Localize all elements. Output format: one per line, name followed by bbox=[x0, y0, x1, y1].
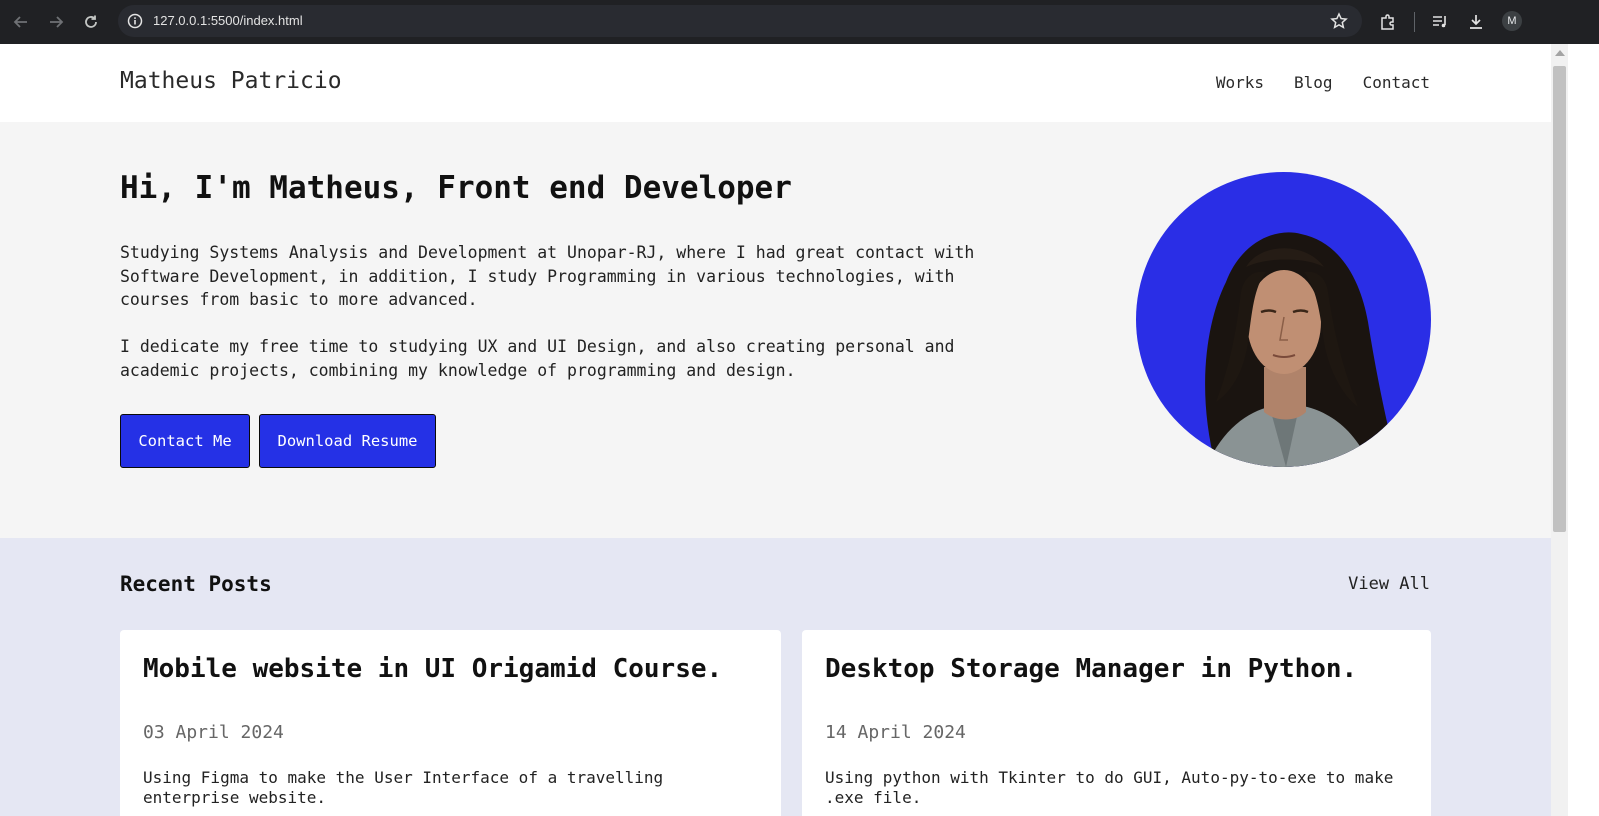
page-scrollbar[interactable] bbox=[1551, 44, 1568, 816]
address-bar[interactable]: 127.0.0.1:5500/index.html bbox=[118, 5, 1362, 37]
bookmark-star-icon[interactable] bbox=[1330, 12, 1348, 34]
extensions-button[interactable] bbox=[1376, 10, 1400, 34]
forward-button[interactable] bbox=[43, 9, 69, 35]
profile-photo bbox=[1136, 172, 1431, 467]
hero-paragraph-1: Studying Systems Analysis and Developmen… bbox=[120, 243, 975, 309]
contact-me-button[interactable]: Contact Me bbox=[120, 414, 250, 468]
recent-posts-section: Recent Posts View All Mobile website in … bbox=[0, 538, 1551, 816]
post-card[interactable]: Mobile website in UI Origamid Course. 03… bbox=[120, 630, 781, 816]
post-description: Using Figma to make the User Interface o… bbox=[143, 768, 664, 807]
url-text[interactable]: 127.0.0.1:5500/index.html bbox=[153, 13, 303, 28]
forward-arrow-icon bbox=[50, 16, 64, 28]
view-all-link[interactable]: View All bbox=[1348, 574, 1430, 594]
post-card[interactable]: Desktop Storage Manager in Python. 14 Ap… bbox=[802, 630, 1431, 816]
toolbar-divider bbox=[1414, 12, 1415, 32]
nav-link-works[interactable]: Works bbox=[1216, 73, 1264, 92]
hero-section: Hi, I'm Matheus, Front end Developer Stu… bbox=[0, 122, 1551, 538]
nav-link-contact[interactable]: Contact bbox=[1363, 73, 1430, 92]
hero-heading: Hi, I'm Matheus, Front end Developer bbox=[120, 170, 792, 206]
browser-toolbar: 127.0.0.1:5500/index.html M bbox=[0, 0, 1599, 44]
post-date: 03 April 2024 bbox=[143, 722, 284, 743]
reload-button[interactable] bbox=[78, 9, 104, 35]
downloads-button[interactable] bbox=[1464, 10, 1488, 34]
scrollbar-thumb[interactable] bbox=[1553, 66, 1566, 532]
site-nav: Works Blog Contact bbox=[1216, 73, 1430, 92]
site-info-icon[interactable] bbox=[127, 13, 143, 33]
back-arrow-icon bbox=[13, 16, 27, 28]
site-brand[interactable]: Matheus Patricio bbox=[120, 68, 342, 94]
site-header: Matheus Patricio Works Blog Contact bbox=[0, 44, 1551, 122]
post-title[interactable]: Mobile website in UI Origamid Course. bbox=[143, 654, 722, 684]
page-viewport: Matheus Patricio Works Blog Contact Hi, … bbox=[0, 44, 1551, 816]
hero-paragraph-2: I dedicate my free time to studying UX a… bbox=[120, 337, 955, 380]
back-button[interactable] bbox=[8, 9, 34, 35]
recent-posts-title: Recent Posts bbox=[120, 572, 272, 596]
download-icon bbox=[1470, 15, 1482, 29]
download-resume-button[interactable]: Download Resume bbox=[259, 414, 436, 468]
scroll-up-arrow-icon[interactable] bbox=[1555, 50, 1565, 56]
post-date: 14 April 2024 bbox=[825, 722, 966, 743]
reload-icon bbox=[85, 15, 97, 28]
profile-avatar[interactable]: M bbox=[1502, 11, 1522, 31]
puzzle-piece-icon bbox=[1381, 14, 1394, 30]
media-controls-button[interactable] bbox=[1428, 10, 1452, 34]
playlist-icon bbox=[1433, 16, 1446, 28]
nav-link-blog[interactable]: Blog bbox=[1294, 73, 1333, 92]
post-description: Using python with Tkinter to do GUI, Aut… bbox=[825, 768, 1394, 807]
post-title[interactable]: Desktop Storage Manager in Python. bbox=[825, 654, 1357, 684]
